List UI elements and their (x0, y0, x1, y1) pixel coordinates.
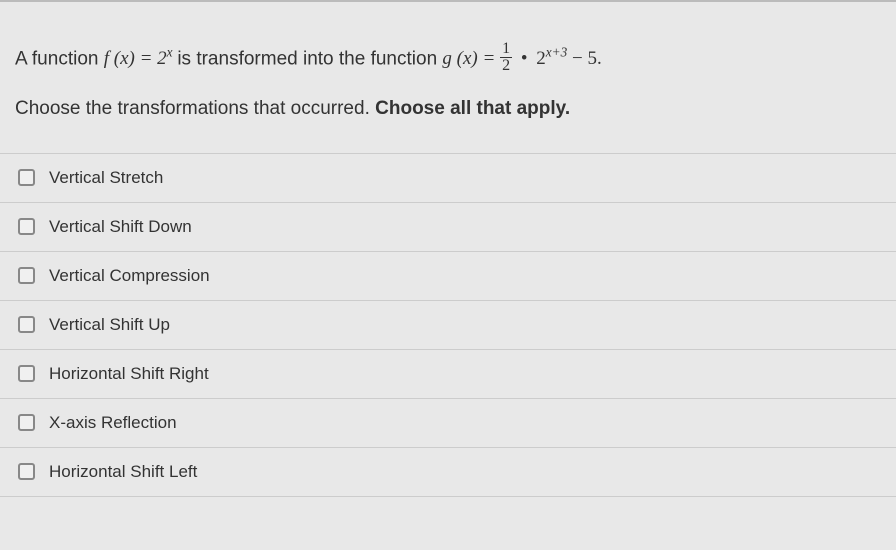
top-divider (0, 0, 896, 2)
option-label: Horizontal Shift Right (49, 364, 209, 384)
checkbox[interactable] (18, 414, 35, 431)
option-label: Vertical Stretch (49, 168, 163, 188)
option-label: X-axis Reflection (49, 413, 177, 433)
checkbox[interactable] (18, 169, 35, 186)
fraction: 1 2 (500, 41, 512, 74)
intro-text: A function (15, 48, 104, 69)
option-label: Horizontal Shift Left (49, 462, 197, 482)
mid-text: is transformed into the function (177, 48, 442, 69)
option-row[interactable]: Horizontal Shift Left (0, 447, 896, 497)
option-label: Vertical Shift Up (49, 315, 170, 335)
option-row[interactable]: Vertical Stretch (0, 153, 896, 202)
f-expression: f (x) = 2x (104, 48, 178, 69)
option-label: Vertical Shift Down (49, 217, 192, 237)
instruction-text: Choose the transformations that occurred… (15, 98, 375, 119)
checkbox[interactable] (18, 365, 35, 382)
option-row[interactable]: Horizontal Shift Right (0, 349, 896, 398)
checkbox[interactable] (18, 463, 35, 480)
instruction-bold: Choose all that apply. (375, 98, 570, 119)
question-line-2: Choose the transformations that occurred… (15, 94, 881, 124)
checkbox[interactable] (18, 267, 35, 284)
option-row[interactable]: Vertical Compression (0, 251, 896, 300)
checkbox[interactable] (18, 218, 35, 235)
option-row[interactable]: Vertical Shift Down (0, 202, 896, 251)
checkbox[interactable] (18, 316, 35, 333)
option-label: Vertical Compression (49, 266, 210, 286)
g-expression: g (x) = 1 2 • 2x+3 − 5. (442, 48, 601, 69)
question-line-1: A function f (x) = 2x is transformed int… (15, 42, 881, 76)
question-text: A function f (x) = 2x is transformed int… (0, 22, 896, 125)
option-row[interactable]: X-axis Reflection (0, 398, 896, 447)
options-list: Vertical Stretch Vertical Shift Down Ver… (0, 153, 896, 497)
question-container: A function f (x) = 2x is transformed int… (0, 0, 896, 550)
option-row[interactable]: Vertical Shift Up (0, 300, 896, 349)
